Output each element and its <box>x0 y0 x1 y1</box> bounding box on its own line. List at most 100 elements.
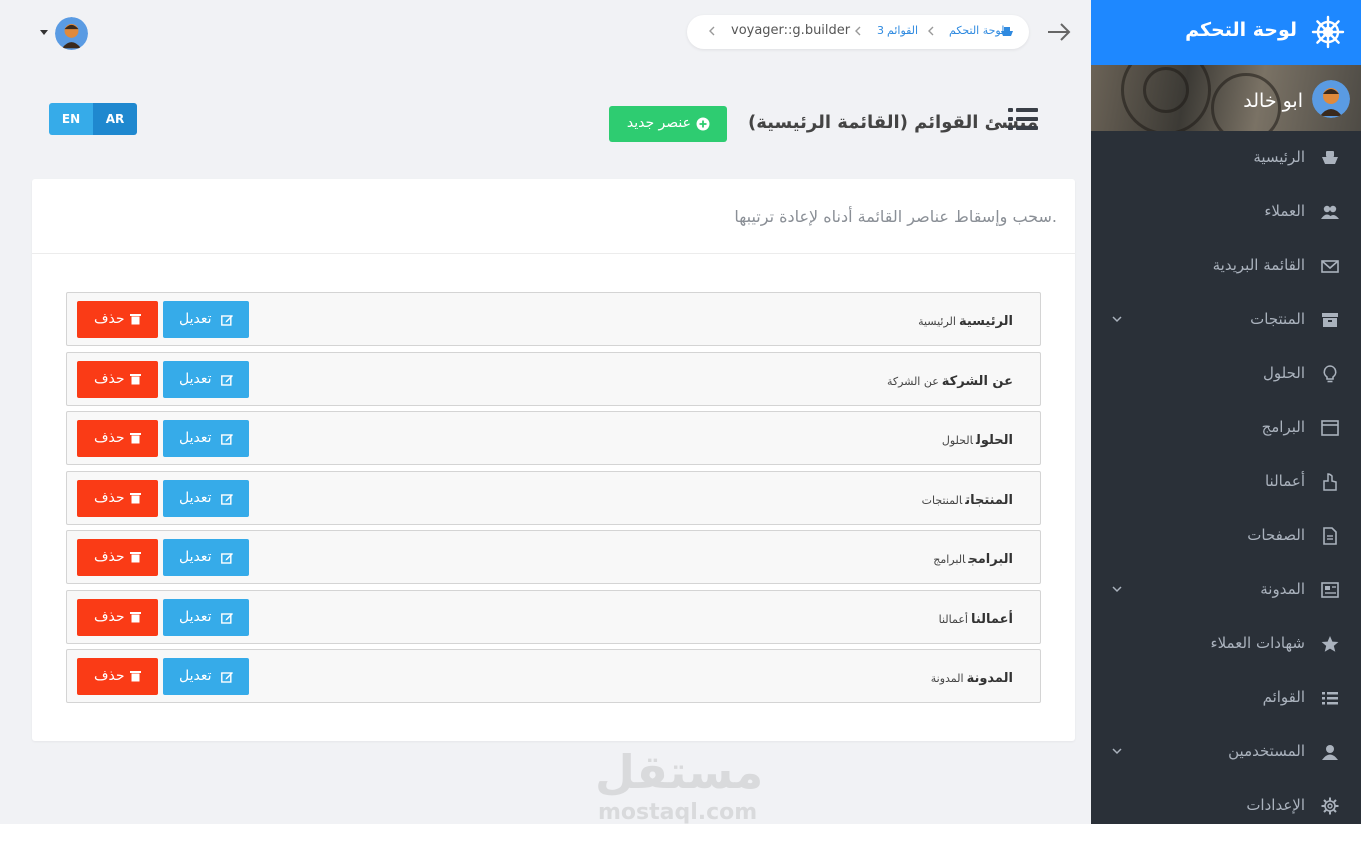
menu-item-title: أعمالنا <box>970 611 1013 627</box>
trash-icon <box>130 611 141 622</box>
sidebar: لوحة التحكم ابو خالد الرئيسية العملاء القا… <box>1091 0 1361 824</box>
edit-label: تعديل <box>179 370 212 387</box>
watermark-text: mostaql.com <box>598 800 758 825</box>
edit-button[interactable]: تعديل <box>163 420 249 457</box>
chevron-down-icon <box>1112 316 1122 323</box>
delete-button[interactable]: حذف <box>77 360 158 398</box>
menu-item-url: المدونة <box>930 672 964 685</box>
trash-icon <box>130 314 141 325</box>
edit-button[interactable]: تعديل <box>163 598 249 636</box>
menu-item-url: عن الشركة <box>886 374 939 388</box>
menu-item-title: المدونة <box>966 671 1013 686</box>
user-panel[interactable]: ابو خالد <box>1091 65 1361 131</box>
add-item-button[interactable]: عنصر جديد <box>609 106 727 142</box>
menu-item-url: الرئيسية <box>918 315 956 328</box>
breadcrumb-menus[interactable]: القوائم <box>887 24 918 37</box>
menu-item-text: أعمالناأعمالنا <box>939 608 1013 627</box>
boat-icon <box>1322 151 1338 164</box>
menu-item-title: الرئيسية <box>958 314 1013 329</box>
edit-button[interactable]: تعديل <box>163 301 249 338</box>
chevron-left-icon <box>855 26 861 36</box>
brand-header[interactable]: لوحة التحكم <box>1091 0 1361 65</box>
menu-item-row[interactable]: حذف تعديل الحلولالحلول <box>66 411 1041 465</box>
chevron-left-icon <box>709 26 715 36</box>
edit-label: تعديل <box>179 549 212 565</box>
menu-item-row[interactable]: حذف تعديل المنتجاتالمنتجات <box>66 470 1041 525</box>
caret-down-icon <box>40 30 48 35</box>
delete-label: حذف <box>94 430 125 446</box>
menu-item-title: المنتجات <box>965 492 1013 508</box>
menu-item-title: البرامج <box>968 552 1013 567</box>
menu-item-row[interactable]: حذف تعديل أعمالناأعمالنا <box>66 589 1041 644</box>
edit-icon <box>221 672 233 683</box>
menu-item-row[interactable]: حذف تعديل الرئيسيةالرئيسية <box>66 292 1041 346</box>
delete-button[interactable]: حذف <box>77 301 158 338</box>
delete-button[interactable]: حذف <box>77 658 158 695</box>
edit-button[interactable]: تعديل <box>163 539 249 576</box>
sidebar-item[interactable]: العملاء <box>1091 185 1361 239</box>
delete-label: حذف <box>94 549 125 565</box>
edit-label: تعديل <box>179 489 212 506</box>
menu-item-url: أعمالنا <box>938 612 968 626</box>
delete-label: حذف <box>94 311 125 327</box>
bottom-strip <box>0 824 1361 845</box>
edit-button[interactable]: تعديل <box>163 658 249 695</box>
archive-icon <box>1322 313 1338 327</box>
list-icon <box>1322 692 1338 705</box>
arrow-right-icon[interactable] <box>1046 22 1072 42</box>
menu-item-row[interactable]: حذف تعديل المدونةالمدونة <box>66 649 1041 703</box>
trash-icon <box>130 552 141 563</box>
lang-en-button[interactable]: EN <box>49 103 93 135</box>
edit-button[interactable]: تعديل <box>163 360 249 398</box>
edit-label: تعديل <box>179 608 212 625</box>
sidebar-item[interactable]: أعمالنا <box>1091 455 1361 509</box>
people-icon <box>1321 205 1339 219</box>
gear-icon <box>1321 797 1339 815</box>
brand-title: لوحة التحكم <box>1185 19 1297 41</box>
sidebar-item[interactable]: الصفحات <box>1091 509 1361 563</box>
add-item-label: عنصر جديد <box>626 115 691 131</box>
sidebar-item-label: القوائم <box>1262 688 1305 706</box>
news-icon <box>1321 582 1339 598</box>
delete-label: حذف <box>94 370 125 387</box>
sidebar-item-label: المنتجات <box>1250 310 1305 328</box>
menu-item-row[interactable]: حذف تعديل عن الشركةعن الشركة <box>66 351 1041 406</box>
delete-button[interactable]: حذف <box>77 598 158 636</box>
sidebar-item-label: القائمة البريدية <box>1212 256 1305 274</box>
sidebar-item-label: البرامج <box>1261 418 1305 436</box>
sidebar-item[interactable]: البرامج <box>1091 401 1361 455</box>
breadcrumb-dashboard[interactable]: لوحة التحكم <box>949 24 1004 37</box>
delete-button[interactable]: حذف <box>77 479 158 517</box>
edit-icon <box>221 493 233 505</box>
trash-icon <box>130 373 141 384</box>
sidebar-item[interactable]: القوائم <box>1091 671 1361 725</box>
sidebar-item[interactable]: الحلول <box>1091 347 1361 401</box>
sidebar-item[interactable]: شهادات العملاء <box>1091 617 1361 671</box>
menu-item-row[interactable]: حذف تعديل البرامجالبرامج <box>66 530 1041 584</box>
instructions-text: سحب وإسقاط عناصر القائمة أدناه لإعادة تر… <box>734 207 1057 226</box>
lightbulb-icon <box>1323 365 1337 383</box>
browser-window-icon <box>1321 420 1339 436</box>
delete-button[interactable]: حذف <box>77 539 158 576</box>
sidebar-item[interactable]: المدونة <box>1091 563 1361 617</box>
sidebar-item[interactable]: المستخدمين <box>1091 725 1361 779</box>
menu-item-text: المدونةالمدونة <box>931 667 1013 686</box>
profile-dropdown[interactable] <box>38 16 90 52</box>
delete-label: حذف <box>94 668 125 684</box>
edit-label: تعديل <box>179 430 212 446</box>
plus-circle-icon <box>696 117 710 131</box>
breadcrumb-menu-id[interactable]: 3 <box>877 24 884 37</box>
edit-button[interactable]: تعديل <box>163 479 249 517</box>
sidebar-item-label: الحلول <box>1262 364 1305 382</box>
edit-icon <box>221 553 233 564</box>
sidebar-item[interactable]: المنتجات <box>1091 293 1361 347</box>
delete-button[interactable]: حذف <box>77 420 158 457</box>
sidebar-item[interactable]: القائمة البريدية <box>1091 239 1361 293</box>
edit-label: تعديل <box>179 311 212 327</box>
sidebar-item-label: الرئيسية <box>1253 148 1305 166</box>
sidebar-item[interactable]: الرئيسية <box>1091 131 1361 185</box>
sidebar-item-label: المدونة <box>1260 580 1305 598</box>
lang-ar-button[interactable]: AR <box>93 103 137 135</box>
menu-item-title: عن الشركة <box>941 373 1013 389</box>
menu-item-url: الحلول <box>941 434 973 447</box>
